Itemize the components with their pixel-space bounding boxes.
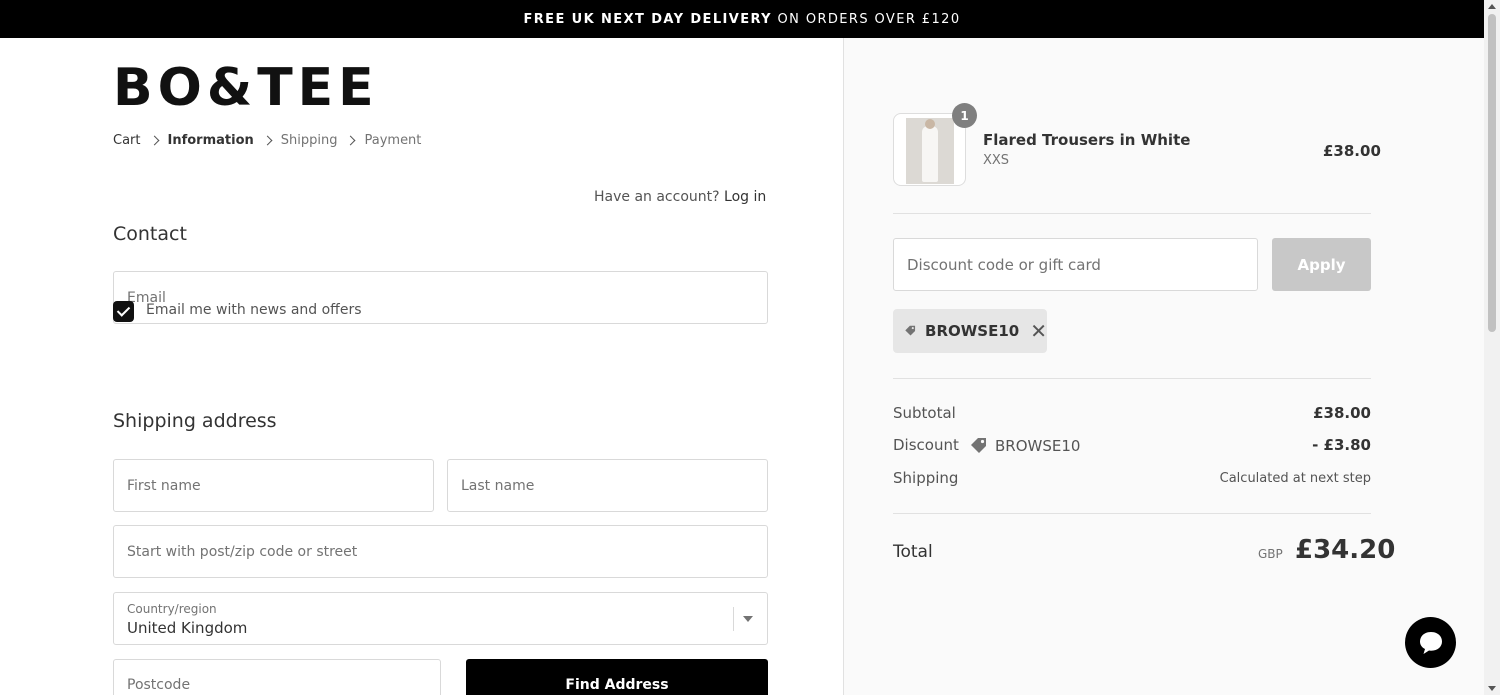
last-name-field[interactable]: Last name — [447, 459, 768, 512]
breadcrumb-payment: Payment — [364, 133, 422, 148]
tag-icon — [905, 325, 916, 336]
discount-code-tag: BROWSE10 — [969, 436, 1080, 456]
shipping-label: Shipping — [893, 469, 959, 487]
tag-icon — [971, 438, 986, 453]
chevron-right-icon — [346, 135, 356, 146]
applied-discount-chip: BROWSE10 ✕ — [893, 309, 1047, 353]
divider — [893, 213, 1371, 214]
select-divider — [733, 607, 734, 631]
chevron-down-icon — [743, 616, 753, 622]
login-link[interactable]: Log in — [724, 189, 766, 205]
address-lookup-field[interactable]: Start with post/zip code or street — [113, 525, 768, 578]
postcode-placeholder: Postcode — [127, 677, 191, 693]
discount-value: - £3.80 — [1312, 436, 1371, 454]
postcode-field[interactable]: Postcode — [113, 659, 441, 695]
product-price: £38.00 — [1323, 142, 1381, 160]
account-prompt-text: Have an account? — [594, 189, 725, 205]
account-prompt: Have an account? Log in — [594, 189, 766, 205]
country-label: Country/region — [127, 602, 217, 616]
total-label: Total — [893, 542, 933, 562]
close-icon[interactable]: ✕ — [1030, 321, 1047, 341]
divider — [893, 513, 1371, 514]
newsletter-checkbox[interactable] — [113, 301, 134, 322]
chevron-right-icon — [149, 135, 159, 146]
promo-banner-thin: ON ORDERS OVER £120 — [772, 11, 961, 27]
newsletter-label: Email me with news and offers — [146, 302, 362, 318]
scroll-down-icon[interactable] — [1488, 686, 1496, 691]
discount-code-text: BROWSE10 — [995, 437, 1081, 455]
product-photo-head — [925, 119, 935, 129]
shipping-value: Calculated at next step — [1219, 471, 1371, 486]
chevron-right-icon — [262, 135, 273, 146]
promo-banner: FREE UK NEXT DAY DELIVERY ON ORDERS OVER… — [0, 0, 1484, 38]
page-scrollbar[interactable] — [1484, 0, 1500, 695]
scroll-up-icon[interactable] — [1488, 4, 1496, 9]
brand-logo[interactable]: BO&TEE — [113, 62, 379, 114]
product-variant: XXS — [983, 153, 1010, 168]
breadcrumb-cart[interactable]: Cart — [113, 133, 141, 148]
country-value: United Kingdom — [127, 619, 248, 637]
discount-placeholder: Discount code or gift card — [907, 255, 1101, 274]
divider — [893, 378, 1371, 379]
promo-banner-bold: FREE UK NEXT DAY DELIVERY — [523, 11, 772, 27]
chat-launcher-button[interactable] — [1405, 617, 1456, 668]
first-name-field[interactable]: First name — [113, 459, 434, 512]
subtotal-value: £38.00 — [1313, 404, 1371, 422]
breadcrumb-information: Information — [167, 133, 254, 148]
apply-discount-button[interactable]: Apply — [1272, 238, 1371, 291]
scrollbar-thumb[interactable] — [1488, 14, 1496, 332]
quantity-badge: 1 — [952, 103, 977, 128]
country-select[interactable]: Country/region United Kingdom — [113, 592, 768, 645]
applied-discount-code: BROWSE10 — [925, 322, 1020, 340]
shipping-heading: Shipping address — [113, 410, 277, 432]
product-name: Flared Trousers in White — [983, 131, 1191, 149]
find-address-button[interactable]: Find Address — [466, 659, 768, 695]
discount-code-field[interactable]: Discount code or gift card — [893, 238, 1258, 291]
total-amount: £34.20 — [1295, 535, 1396, 565]
chat-bubble-icon — [1419, 631, 1442, 654]
discount-label: Discount — [893, 436, 959, 454]
product-photo-figure — [922, 126, 938, 182]
total-currency: GBP — [1258, 547, 1283, 561]
last-name-placeholder: Last name — [461, 477, 535, 494]
breadcrumb: Cart Information Shipping Payment — [113, 133, 421, 148]
first-name-placeholder: First name — [127, 477, 201, 494]
contact-heading: Contact — [113, 223, 187, 245]
address-placeholder: Start with post/zip code or street — [127, 543, 358, 560]
breadcrumb-shipping: Shipping — [280, 133, 338, 148]
subtotal-label: Subtotal — [893, 404, 956, 422]
